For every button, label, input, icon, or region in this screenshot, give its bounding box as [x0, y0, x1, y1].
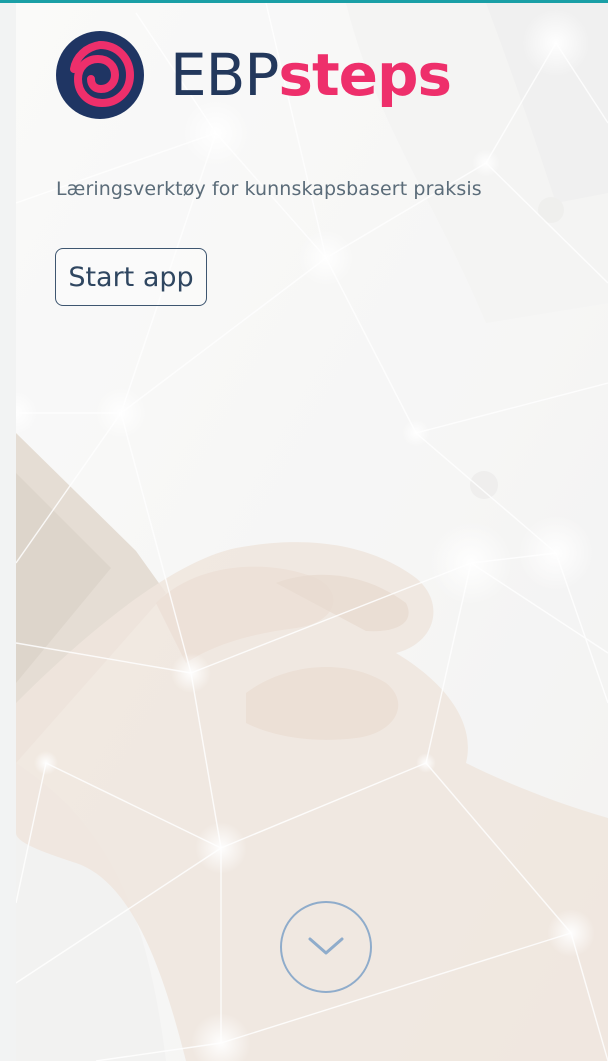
top-accent-bar — [0, 0, 608, 3]
chevron-down-icon — [308, 937, 344, 955]
hero-section: EBPsteps Læringsverktøy for kunnskapsbas… — [16, 3, 608, 1061]
landing-page: EBPsteps Læringsverktøy for kunnskapsbas… — [0, 0, 608, 1061]
tagline: Læringsverktøy for kunnskapsbasert praks… — [56, 178, 482, 200]
brand-name-bold: steps — [278, 41, 452, 109]
brand-wordmark: EBPsteps — [170, 46, 452, 104]
left-rail — [0, 3, 16, 1061]
swirl-logo-icon — [56, 31, 144, 119]
brand-name-light: EBP — [170, 41, 279, 109]
scroll-down-button[interactable] — [280, 901, 372, 993]
start-app-button[interactable]: Start app — [55, 248, 207, 306]
brand-header: EBPsteps — [56, 31, 452, 119]
